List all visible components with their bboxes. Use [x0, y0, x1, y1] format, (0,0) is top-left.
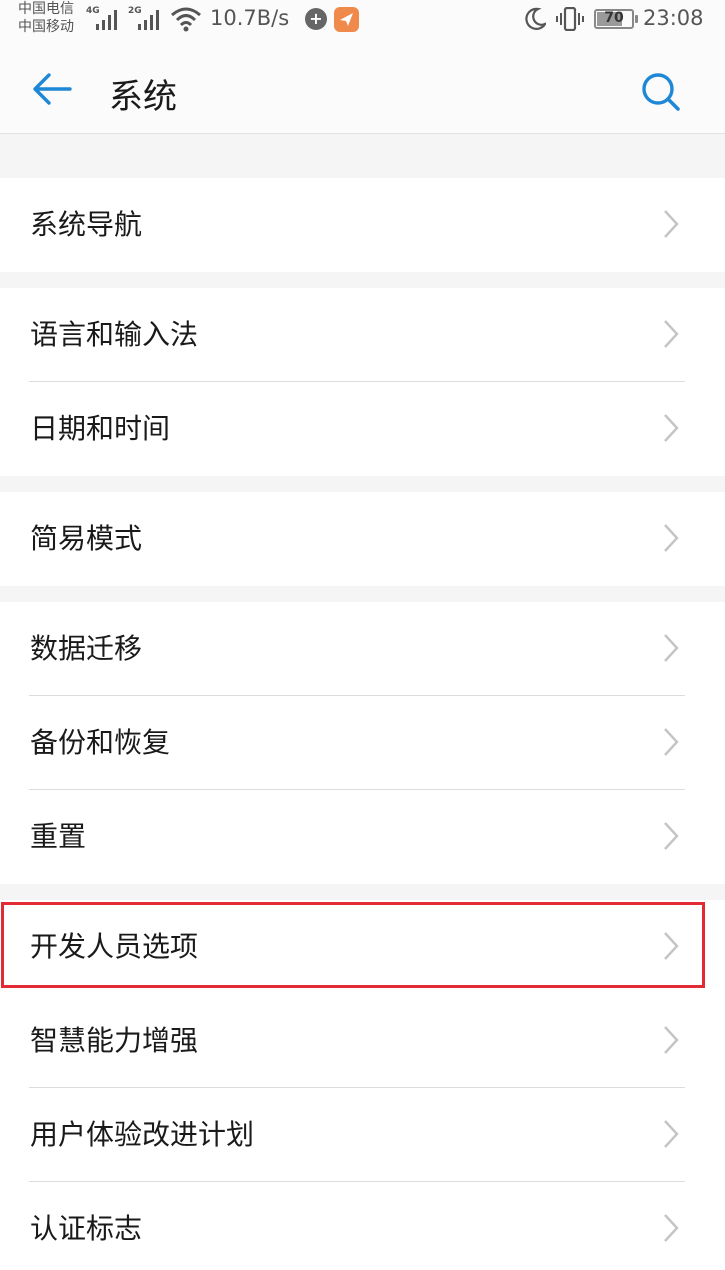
- app-bar: 系统: [0, 42, 725, 134]
- wifi-icon: [171, 7, 201, 32]
- setting-item-label: 日期和时间: [30, 412, 171, 445]
- setting-item-label: 认证标志: [30, 1212, 143, 1245]
- setting-item-label: 备份和恢复: [30, 726, 171, 759]
- setting-item-language-input[interactable]: 语言和输入法: [0, 288, 725, 382]
- settings-group-simple-mode: 简易模式: [0, 492, 725, 586]
- battery-icon: 70: [594, 9, 638, 29]
- battery-level: 70: [604, 10, 624, 26]
- settings-group-developer: 开发人员选项 智慧能力增强 用户体验改进计划 认证标志: [0, 900, 725, 1270]
- setting-item-data-migration[interactable]: 数据迁移: [0, 602, 725, 696]
- setting-item-simple-mode[interactable]: 简易模式: [0, 492, 725, 586]
- chevron-right-icon: [664, 1120, 679, 1148]
- chevron-right-icon: [664, 1214, 679, 1242]
- chevron-right-icon: [664, 210, 679, 238]
- app-notification-icon: [334, 7, 359, 32]
- chevron-right-icon: [664, 414, 679, 442]
- clock: 23:08: [643, 6, 704, 30]
- setting-item-system-navigation[interactable]: 系统导航: [0, 178, 725, 272]
- chevron-right-icon: [664, 822, 679, 850]
- chevron-right-icon: [664, 1026, 679, 1054]
- setting-item-label: 重置: [30, 820, 87, 853]
- network-speed: 10.7B/s: [210, 6, 290, 30]
- setting-item-developer-options[interactable]: 开发人员选项: [0, 900, 725, 994]
- setting-item-label: 语言和输入法: [30, 318, 199, 351]
- chevron-right-icon: [664, 932, 679, 960]
- moon-icon: [525, 7, 546, 30]
- setting-item-label: 用户体验改进计划: [30, 1118, 255, 1151]
- page-title: 系统: [109, 77, 177, 117]
- setting-item-label: 系统导航: [30, 208, 143, 241]
- chevron-right-icon: [664, 728, 679, 756]
- setting-item-reset[interactable]: 重置: [0, 790, 725, 884]
- setting-item-date-time[interactable]: 日期和时间: [0, 382, 725, 476]
- chevron-right-icon: [664, 320, 679, 348]
- chevron-right-icon: [664, 524, 679, 552]
- setting-item-certification-marks[interactable]: 认证标志: [0, 1182, 725, 1270]
- arrow-left-icon[interactable]: [32, 72, 72, 106]
- setting-item-user-experience-program[interactable]: 用户体验改进计划: [0, 1088, 725, 1182]
- carrier-1: 中国电信: [18, 1, 74, 17]
- carrier-2: 中国移动: [18, 19, 74, 35]
- search-icon[interactable]: [641, 72, 681, 112]
- setting-item-backup-restore[interactable]: 备份和恢复: [0, 696, 725, 790]
- chevron-right-icon: [664, 634, 679, 662]
- settings-group-language-time: 语言和输入法 日期和时间: [0, 288, 725, 476]
- setting-item-smart-enhancement[interactable]: 智慧能力增强: [0, 994, 725, 1088]
- setting-item-label: 开发人员选项: [30, 930, 199, 963]
- settings-group-navigation: 系统导航: [0, 178, 725, 272]
- vibrate-icon: [556, 7, 584, 31]
- settings-group-data: 数据迁移 备份和恢复 重置: [0, 602, 725, 884]
- setting-item-label: 智慧能力增强: [30, 1024, 199, 1057]
- setting-item-label: 简易模式: [30, 522, 143, 555]
- carrier-names: 中国电信 中国移动: [18, 0, 74, 36]
- message-icon: +: [305, 8, 327, 30]
- status-bar: 中国电信 中国移动 4G 2G 10.7B/s + 70 23:08: [0, 0, 725, 42]
- setting-item-label: 数据迁移: [30, 632, 143, 665]
